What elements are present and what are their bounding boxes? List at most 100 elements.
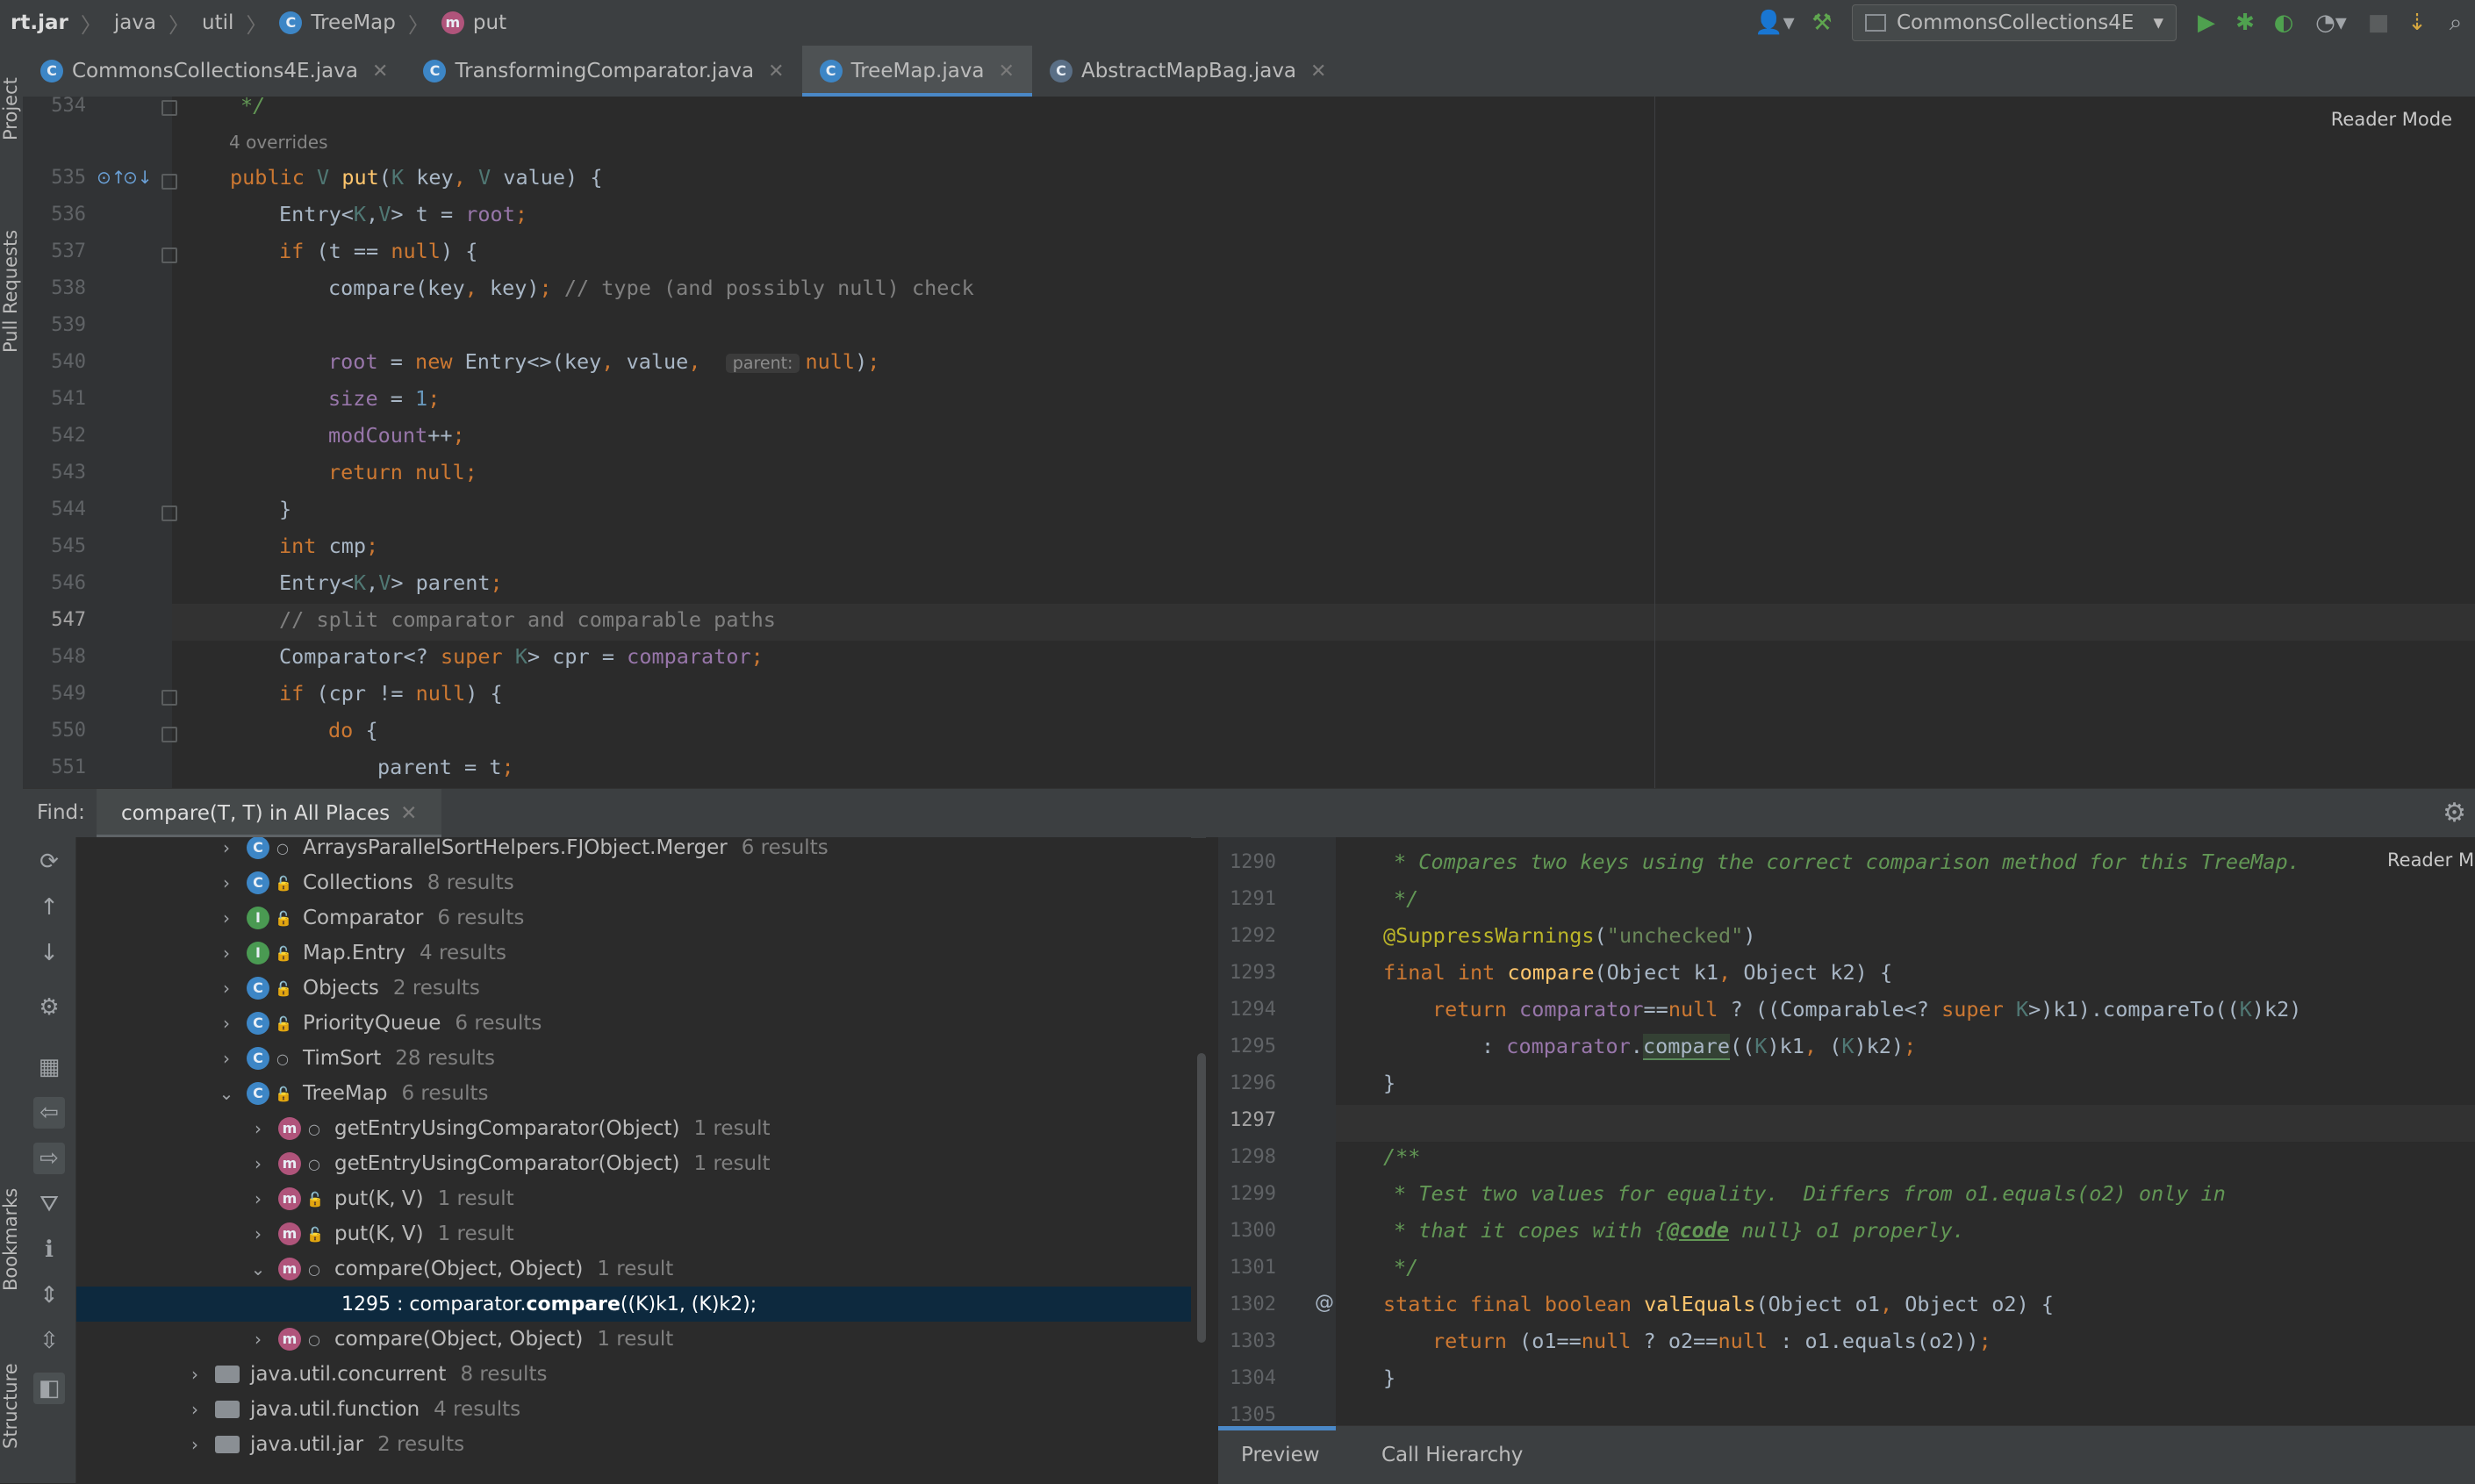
tree-node-method[interactable]: › m ○ getEntryUsingComparator(Object) 1 re… <box>76 1146 1191 1181</box>
tree-node-class-expanded[interactable]: ⌄ C 🔓 TreeMap 6 results <box>76 1076 1191 1111</box>
close-icon[interactable]: ✕ <box>400 802 417 825</box>
code-line: Comparator<? super K> cpr = comparator; <box>279 644 764 669</box>
write-access-icon[interactable]: ⇨ <box>33 1143 65 1174</box>
tree-node-method[interactable]: › m ○ compare(Object, Object) 1 result <box>76 1322 1191 1357</box>
settings-icon[interactable]: ⚙ <box>33 992 65 1023</box>
tree-node-package[interactable]: › java.util.jar 2 results <box>76 1427 1191 1462</box>
chevron-right-icon[interactable]: › <box>217 837 236 858</box>
reader-mode-button[interactable]: Reader Mode <box>2387 850 2475 871</box>
tab-call-hierarchy[interactable]: Call Hierarchy <box>1359 1426 1546 1484</box>
chevron-down-icon[interactable]: ⌄ <box>217 1083 236 1104</box>
tree-node-class[interactable]: › C ○ ArraysParallelSortHelpers.FJObject.… <box>76 837 1191 865</box>
chevron-right-icon[interactable]: › <box>185 1364 204 1385</box>
tree-node-package[interactable]: › java.util.concurrent 8 results <box>76 1357 1191 1392</box>
run-icon[interactable]: ▶ <box>2187 4 2226 42</box>
tab-transformingcomparator[interactable]: C TransformingComparator.java ✕ <box>405 46 801 97</box>
tab-abstractmapbag[interactable]: C AbstractMapBag.java ✕ <box>1032 46 1345 97</box>
method-icon: m <box>278 1117 301 1140</box>
tab-treemap[interactable]: C TreeMap.java ✕ <box>801 46 1033 97</box>
panel-splitter[interactable] <box>1206 837 1218 1483</box>
chevron-right-icon[interactable]: › <box>248 1188 268 1209</box>
chevron-right-icon[interactable]: › <box>217 1013 236 1034</box>
run-configuration-select[interactable]: CommonsCollections4E ▾ <box>1851 4 2177 41</box>
chevron-right-icon[interactable]: › <box>248 1329 268 1350</box>
tree-node-class[interactable]: › C 🔓 Objects 2 results <box>76 971 1191 1006</box>
chevron-right-icon[interactable]: › <box>248 1118 268 1139</box>
tree-node-method[interactable]: › m ○ getEntryUsingComparator(Object) 1 re… <box>76 1111 1191 1146</box>
fold-marker-icon[interactable] <box>161 690 177 706</box>
chevron-right-icon[interactable]: › <box>217 872 236 893</box>
tree-node-package[interactable]: › java.util.function 4 results <box>76 1392 1191 1427</box>
pull-requests-tool-button[interactable]: Pull Requests <box>0 195 23 388</box>
chevron-right-icon[interactable]: › <box>217 1048 236 1069</box>
tree-scrollbar[interactable] <box>1197 1053 1206 1343</box>
overrides-hint[interactable]: 4 overrides <box>229 132 328 153</box>
fold-marker-icon[interactable] <box>161 100 177 116</box>
tree-node-class[interactable]: › C 🔓 PriorityQueue 6 results <box>76 1006 1191 1041</box>
tab-preview[interactable]: Preview <box>1218 1426 1336 1484</box>
tab-label: TreeMap.java <box>850 60 985 82</box>
close-icon[interactable]: ✕ <box>768 61 784 82</box>
tree-node-class[interactable]: › C 🔓 Collections 8 results <box>76 865 1191 900</box>
arrow-down-icon[interactable]: ↓ <box>33 937 65 969</box>
chevron-right-icon[interactable]: › <box>248 1223 268 1244</box>
rerun-icon[interactable]: ⟳ <box>33 846 65 878</box>
coverage-icon[interactable]: ◐ <box>2264 4 2303 42</box>
preview-toggle-icon[interactable]: ◧ <box>33 1373 65 1404</box>
overrides-method-icon[interactable]: ⊙↑ <box>97 167 126 188</box>
fold-marker-icon[interactable] <box>161 727 177 742</box>
overridden-method-icon[interactable]: ⊙↓ <box>123 167 153 188</box>
tree-node-label: Objects <box>303 977 379 1000</box>
debug-icon[interactable]: ✱ <box>2226 4 2264 42</box>
breadcrumb-rt-jar[interactable]: rt.jar <box>11 11 68 34</box>
fold-marker-icon[interactable] <box>161 505 177 521</box>
fold-marker-icon[interactable] <box>161 247 177 263</box>
tree-node-interface[interactable]: › I 🔓 Comparator 6 results <box>76 900 1191 936</box>
gear-icon[interactable]: ⚙ <box>2443 798 2466 828</box>
tree-node-interface[interactable]: › I 🔓 Map.Entry 4 results <box>76 936 1191 971</box>
at-annotation-icon[interactable]: @ <box>1315 1292 1334 1314</box>
user-icon[interactable]: 👤▾ <box>1747 4 1803 42</box>
search-icon[interactable]: ⌕ <box>2436 4 2475 42</box>
project-tool-button[interactable]: Project <box>0 56 23 161</box>
arrow-up-icon[interactable]: ↑ <box>33 892 65 923</box>
tree-node-method[interactable]: › m 🔓 put(K, V) 1 result <box>76 1216 1191 1251</box>
build-hammer-icon[interactable]: ⚒ <box>1803 4 1841 42</box>
chevron-right-icon[interactable]: › <box>217 907 236 928</box>
code-editor[interactable]: Reader Mode 534 535 536 537 538 539 540 … <box>23 97 2475 788</box>
group-by-icon[interactable]: ▦ <box>33 1051 65 1083</box>
tree-node-method[interactable]: › m 🔓 put(K, V) 1 result <box>76 1181 1191 1216</box>
preview-pane[interactable]: Reader Mode 1290 1291 1292 1293 1294 129… <box>1218 837 2475 1425</box>
breadcrumb-java[interactable]: java <box>114 11 156 34</box>
close-icon[interactable]: ✕ <box>1310 61 1326 82</box>
tab-commonscollections4e[interactable]: C CommonsCollections4E.java ✕ <box>23 46 405 97</box>
stop-icon[interactable]: ■ <box>2359 4 2398 42</box>
fold-marker-icon[interactable] <box>161 174 177 190</box>
chevron-right-icon[interactable]: › <box>185 1399 204 1420</box>
tree-node-class[interactable]: › C ○ TimSort 28 results <box>76 1041 1191 1076</box>
profile-icon[interactable]: ◔▾ <box>2303 4 2359 42</box>
info-icon[interactable]: ℹ <box>33 1234 65 1265</box>
collapse-all-icon[interactable]: ⇳ <box>33 1325 65 1357</box>
chevron-right-icon[interactable]: › <box>248 1153 268 1174</box>
tree-node-label: java.util.function <box>250 1398 420 1421</box>
bookmarks-tool-button[interactable]: Bookmarks <box>0 1160 23 1318</box>
read-access-icon[interactable]: ⇦ <box>33 1097 65 1129</box>
close-icon[interactable]: ✕ <box>999 61 1015 82</box>
close-icon[interactable]: ✕ <box>372 61 388 82</box>
filter-icon[interactable]: ⛛ <box>33 1188 65 1220</box>
chevron-down-icon[interactable]: ⌄ <box>248 1258 268 1280</box>
breadcrumb-util[interactable]: util <box>202 11 233 34</box>
chevron-right-icon[interactable]: › <box>217 943 236 964</box>
find-results-tab[interactable]: compare(T, T) in All Places ✕ <box>97 789 442 838</box>
chevron-right-icon[interactable]: › <box>217 978 236 999</box>
breadcrumb-put[interactable]: put <box>473 11 506 34</box>
breadcrumb-treemap[interactable]: TreeMap <box>311 11 395 34</box>
structure-tool-button[interactable]: Structure <box>0 1336 23 1476</box>
reader-mode-button[interactable]: Reader Mode <box>2331 109 2452 130</box>
usage-row-selected[interactable]: 1295 : comparator. compare ((K)k1, (K)k2); <box>76 1287 1191 1322</box>
expand-all-icon[interactable]: ⇕ <box>33 1280 65 1311</box>
chevron-right-icon[interactable]: › <box>185 1434 204 1455</box>
vcs-update-icon[interactable]: ⇣ <box>2398 4 2436 42</box>
tree-node-method-expanded[interactable]: ⌄ m ○ compare(Object, Object) 1 result <box>76 1251 1191 1287</box>
